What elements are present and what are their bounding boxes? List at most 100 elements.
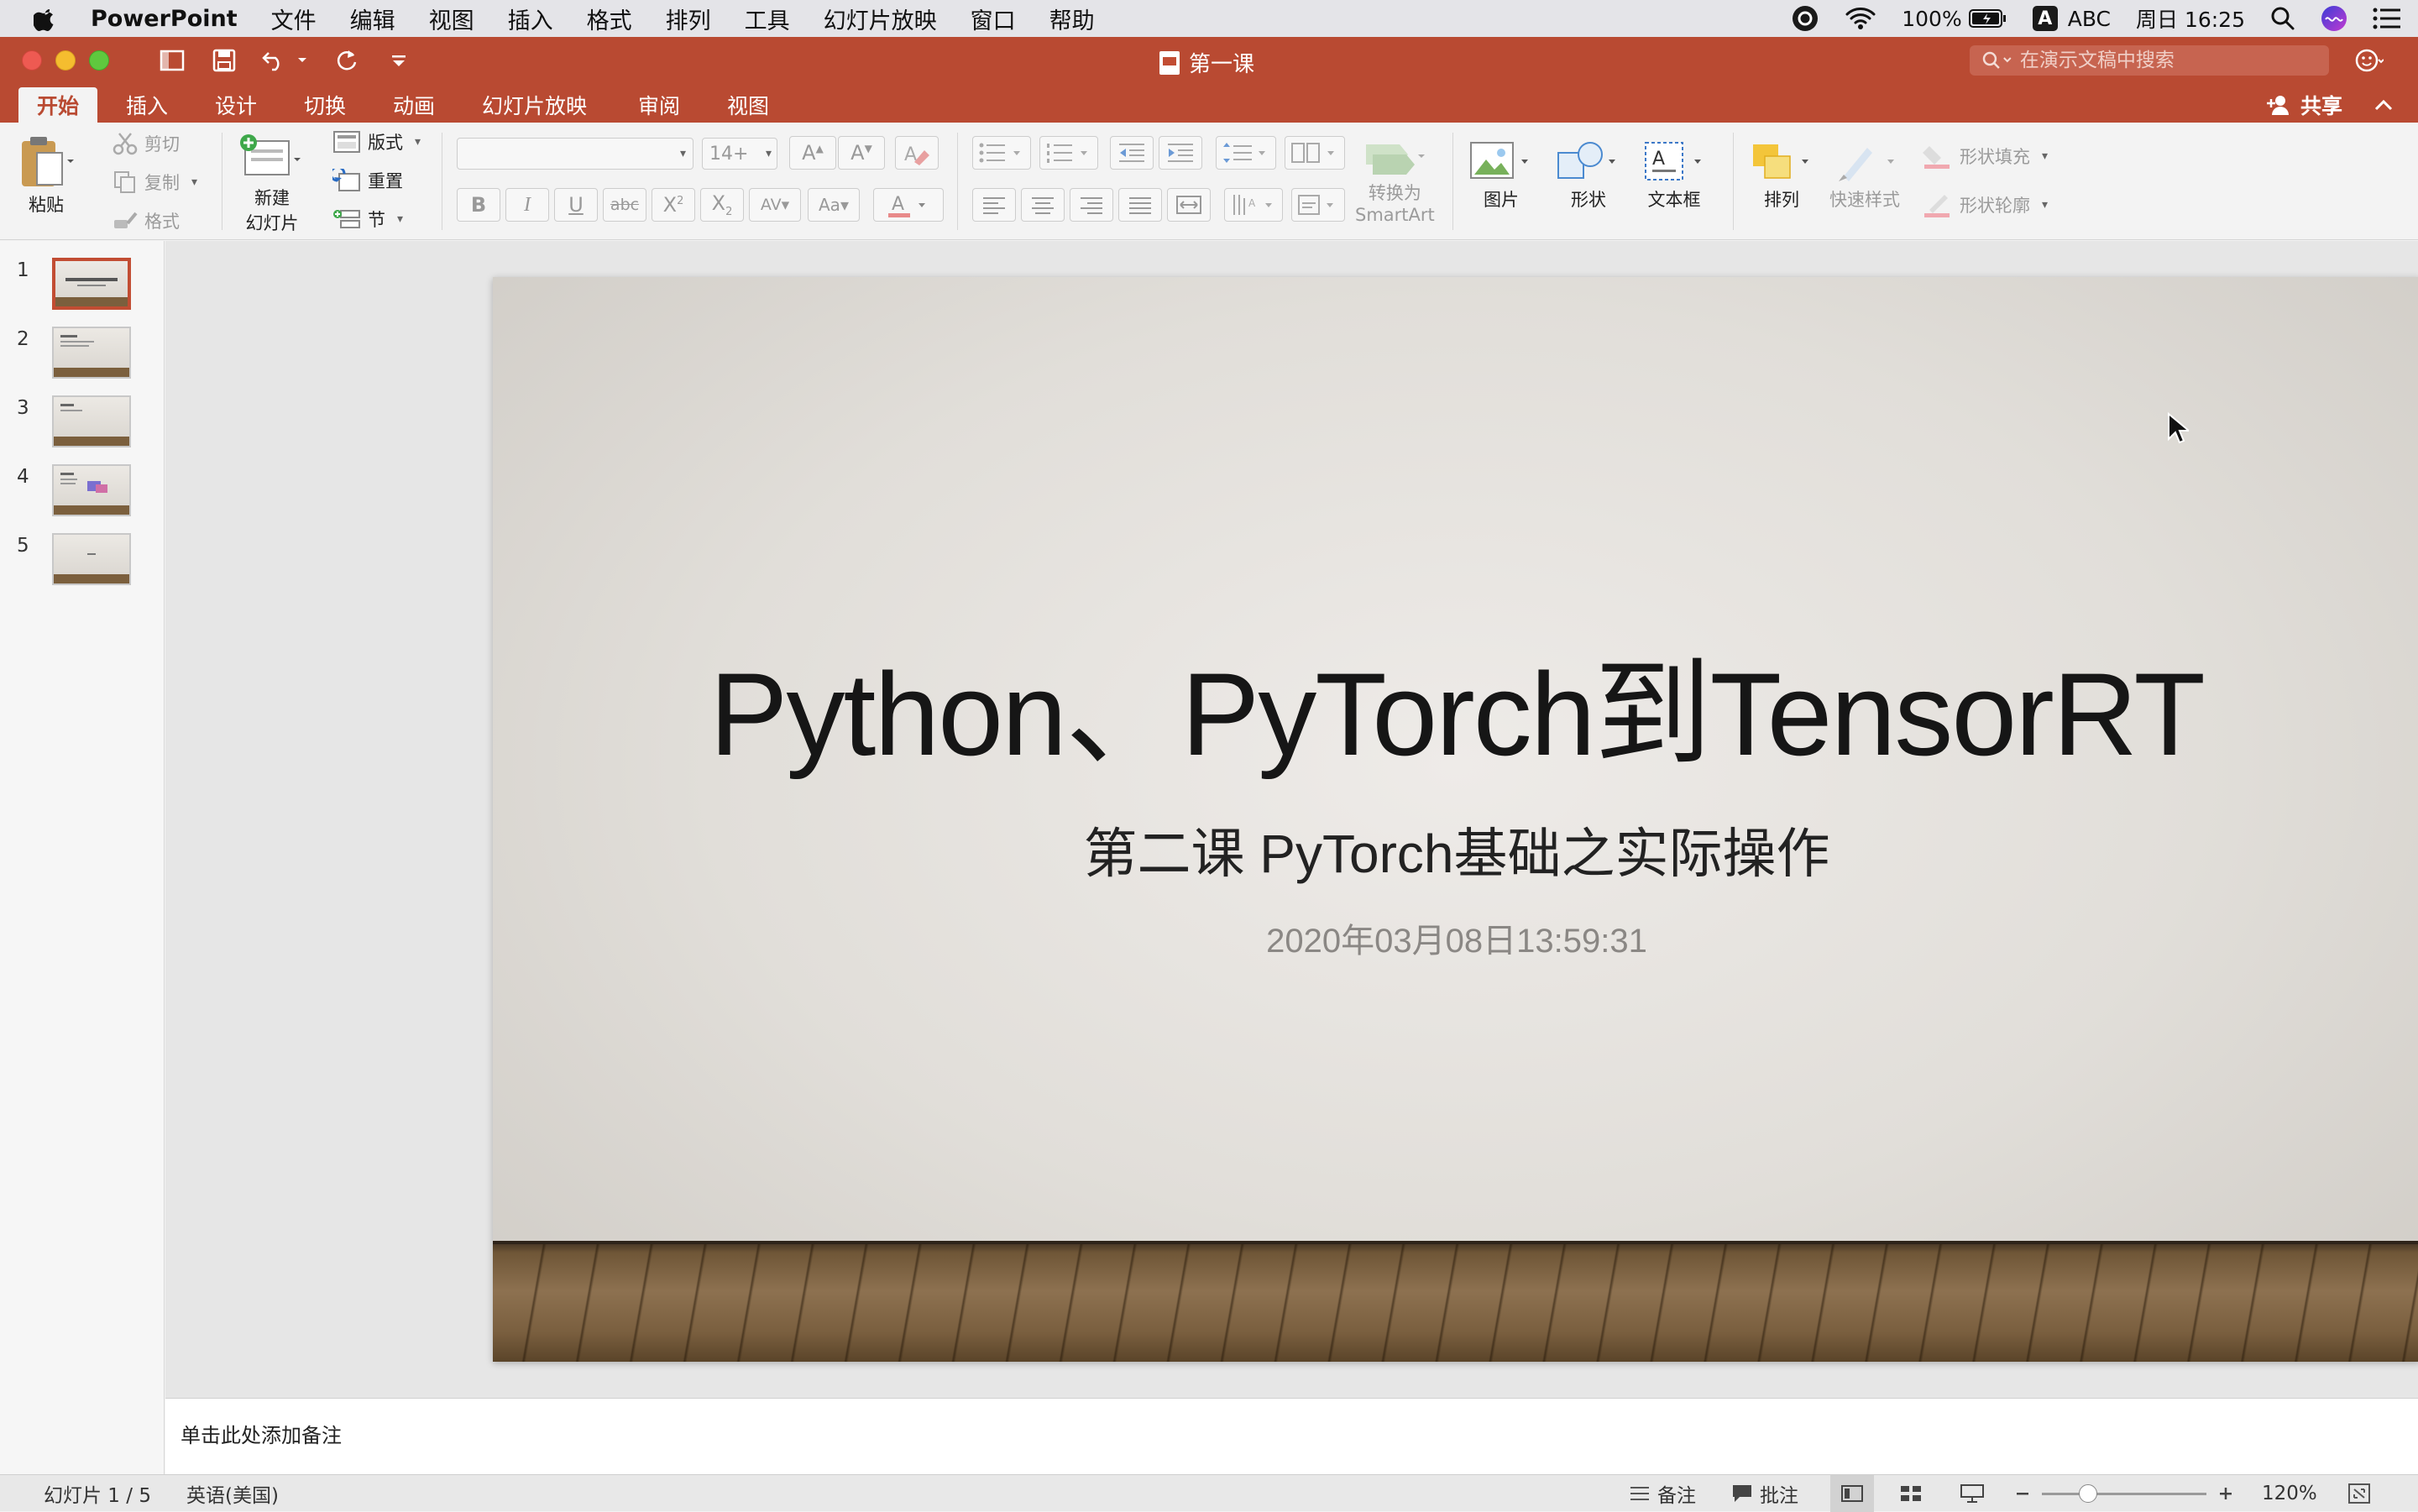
new-slide-button[interactable]: 新建 幻灯片 — [238, 133, 306, 235]
tab-review[interactable]: 审阅 — [620, 87, 699, 123]
shape-button[interactable]: 形状 — [1555, 138, 1622, 212]
fit-to-window-button[interactable] — [2347, 1475, 2371, 1512]
spotlight-search-icon[interactable] — [2270, 6, 2295, 31]
underline-button[interactable]: U — [554, 188, 598, 222]
menu-tools[interactable]: 工具 — [745, 3, 790, 35]
language-indicator[interactable]: 英语(美国) — [186, 1475, 279, 1512]
zoom-out-button[interactable] — [2015, 1475, 2030, 1512]
save-icon[interactable] — [210, 47, 238, 74]
zoom-in-button[interactable] — [2218, 1475, 2233, 1512]
tab-design[interactable]: 设计 — [196, 87, 275, 123]
minimize-window-button[interactable] — [55, 50, 76, 71]
zoom-slider-thumb[interactable] — [2078, 1484, 2097, 1503]
reset-button[interactable]: 重置 — [332, 168, 403, 193]
feedback-smiley-icon[interactable] — [2353, 47, 2386, 74]
search-input[interactable] — [2019, 50, 2329, 71]
close-window-button[interactable] — [22, 50, 42, 71]
strikethrough-button[interactable]: abc — [603, 188, 646, 222]
font-name-dropdown-icon[interactable]: ▾ — [680, 147, 686, 160]
italic-button[interactable]: I — [505, 188, 549, 222]
layout-dropdown-icon[interactable]: ▾ — [415, 135, 421, 149]
normal-view-button[interactable] — [1830, 1475, 1874, 1512]
quick-styles-button[interactable]: 快速样式 — [1827, 138, 1902, 212]
font-color-button[interactable]: A — [873, 188, 944, 222]
apple-menu-icon[interactable] — [22, 0, 69, 37]
tab-insert[interactable]: 插入 — [107, 87, 186, 123]
increase-font-size-button[interactable]: A▲ — [789, 136, 836, 170]
paste-button[interactable]: 粘贴 — [17, 134, 76, 217]
font-size-dropdown-icon[interactable]: ▾ — [766, 147, 772, 160]
format-painter-button[interactable]: 格式 — [113, 208, 180, 233]
toggle-sidebar-icon[interactable] — [158, 47, 186, 74]
slide-title[interactable]: Python、PyTorch到TensorRT — [493, 620, 2418, 789]
menu-edit[interactable]: 编辑 — [350, 3, 395, 35]
copy-button[interactable]: 复制 ▾ — [113, 170, 197, 195]
slide-thumbnail-1[interactable]: 1 — [0, 258, 165, 317]
section-dropdown-icon[interactable]: ▾ — [397, 212, 403, 226]
distributed-button[interactable] — [1167, 188, 1211, 222]
tab-transitions[interactable]: 切换 — [285, 87, 364, 123]
align-text-button[interactable] — [1291, 188, 1345, 222]
menu-slideshow[interactable]: 幻灯片放映 — [824, 3, 937, 35]
menu-arrange[interactable]: 排列 — [666, 3, 711, 35]
slide-date[interactable]: 2020年03月08日13:59:31 — [493, 913, 2418, 962]
align-center-button[interactable] — [1021, 188, 1065, 222]
columns-button[interactable] — [1285, 136, 1345, 170]
decrease-font-size-button[interactable]: A▼ — [838, 136, 885, 170]
shape-outline-dropdown-icon[interactable]: ▾ — [2042, 198, 2048, 212]
menu-window[interactable]: 窗口 — [971, 3, 1016, 35]
siri-icon[interactable] — [2321, 5, 2347, 32]
tab-slideshow[interactable]: 幻灯片放映 — [463, 87, 605, 123]
menu-app-name[interactable]: PowerPoint — [91, 6, 238, 32]
input-method-label[interactable]: ABC — [2068, 7, 2111, 31]
slide-thumbnail-3[interactable]: 3 — [0, 395, 165, 454]
undo-dropdown-icon[interactable] — [294, 47, 311, 74]
decrease-indent-button[interactable] — [1110, 136, 1154, 170]
font-name-combo[interactable]: ▾ — [457, 138, 693, 170]
notification-center-icon[interactable] — [2373, 7, 2401, 30]
tab-home[interactable]: 开始 — [18, 87, 98, 123]
reading-view-button[interactable] — [1960, 1475, 1985, 1512]
zoom-level[interactable]: 120% — [2262, 1475, 2317, 1512]
align-left-button[interactable] — [972, 188, 1016, 222]
customize-toolbar-icon[interactable] — [385, 47, 413, 74]
search-presentation-box[interactable] — [1970, 45, 2329, 76]
slide-subtitle[interactable]: 第二课 PyTorch基础之实际操作 — [493, 811, 2418, 888]
textbox-button[interactable]: A 文本框 — [1641, 138, 1708, 212]
battery-icon[interactable] — [1968, 8, 2007, 29]
clear-formatting-button[interactable]: A — [895, 136, 939, 170]
convert-to-smartart-button[interactable]: 转换为 SmartArt — [1355, 138, 1435, 225]
character-spacing-button[interactable]: AV▾ — [749, 188, 801, 222]
shape-fill-button[interactable]: 形状填充 ▾ — [1923, 143, 2048, 170]
superscript-button[interactable]: X2 — [652, 188, 695, 222]
collapse-ribbon-icon[interactable] — [2374, 87, 2393, 123]
creative-cloud-icon[interactable] — [1791, 4, 1819, 33]
align-right-button[interactable] — [1070, 188, 1113, 222]
menu-insert[interactable]: 插入 — [508, 3, 553, 35]
increase-indent-button[interactable] — [1159, 136, 1202, 170]
wifi-icon[interactable] — [1845, 6, 1876, 31]
slide-thumbnail-image[interactable] — [52, 327, 131, 379]
numbering-button[interactable] — [1039, 136, 1098, 170]
arrange-button[interactable]: 排列 — [1748, 138, 1815, 212]
font-size-combo[interactable]: 14+ ▾ — [702, 138, 777, 170]
tab-animations[interactable]: 动画 — [374, 87, 453, 123]
zoom-window-button[interactable] — [89, 50, 109, 71]
undo-icon[interactable] — [260, 47, 289, 74]
shape-outline-button[interactable]: 形状轮廓 ▾ — [1923, 191, 2048, 218]
picture-button[interactable]: 图片 — [1468, 138, 1535, 212]
slide-thumbnail-image[interactable] — [52, 258, 131, 310]
section-button[interactable]: 节 ▾ — [332, 207, 403, 232]
slide-thumbnail-image[interactable] — [52, 395, 131, 447]
text-direction-button[interactable]: A — [1224, 188, 1283, 222]
slide-thumbnail-image[interactable] — [52, 533, 131, 585]
layout-button[interactable]: 版式 ▾ — [332, 129, 421, 154]
share-button[interactable]: 共享 — [2265, 87, 2342, 123]
input-method-icon[interactable]: A — [2032, 6, 2058, 31]
bullets-button[interactable] — [972, 136, 1031, 170]
line-spacing-button[interactable] — [1216, 136, 1276, 170]
notes-placeholder[interactable]: 单击此处添加备注 — [181, 1419, 342, 1448]
clock[interactable]: 周日 16:25 — [2136, 3, 2245, 34]
tab-view[interactable]: 视图 — [709, 87, 788, 123]
menu-help[interactable]: 帮助 — [1049, 3, 1095, 35]
